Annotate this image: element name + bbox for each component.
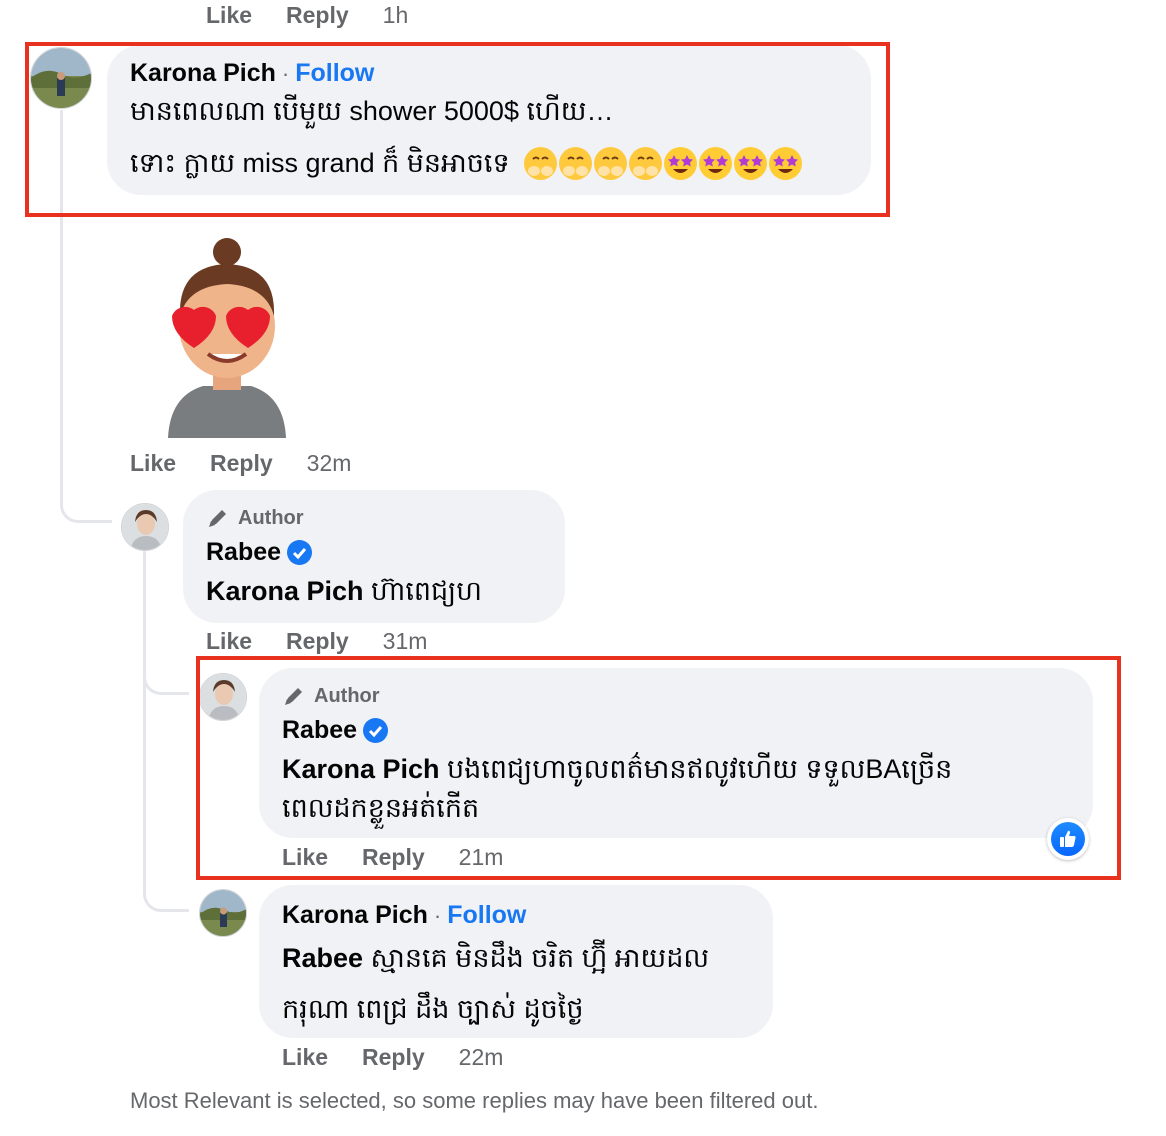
comment-time[interactable]: 31m [383, 628, 428, 655]
comment-time[interactable]: 22m [459, 1044, 504, 1071]
like-button[interactable]: Like [206, 2, 252, 29]
verified-badge-icon [287, 540, 313, 565]
reply-body-line-2: ករុណា ពេជ្រ ដឹង ច្បាស់ ដូចថ្ងៃ [282, 994, 584, 1025]
reply-bubble-karona: Karona Pich · Follow Rabee ស្មានគេ មិនដឹ… [259, 885, 773, 1038]
reply-button[interactable]: Reply [286, 628, 349, 655]
reply-button[interactable]: Reply [362, 1044, 425, 1071]
thread-connector-rabee-1 [60, 470, 112, 523]
highlight-box-reply-2 [196, 656, 1121, 880]
reply-body-line-1: ស្មានគេ មិនដឹង ចរិត ហ្អ៊ី អាយដល [363, 943, 710, 973]
follow-button[interactable]: Follow [447, 901, 526, 930]
highlight-box-comment-1 [25, 42, 890, 217]
author-badge-label: Author [238, 506, 304, 529]
separator-dot: · [433, 902, 442, 928]
landscape-photo-icon [200, 890, 246, 936]
reply-text: Rabee ស្មានគេ មិនដឹង ចរិត ហ្អ៊ី អាយដល ករ… [282, 933, 709, 1036]
like-button[interactable]: Like [130, 450, 176, 477]
sticker-actions: Like Reply 32m [130, 450, 351, 477]
reply-body: ហ៊ាពេជ្យហ [363, 576, 482, 606]
thread-connector-karona-2 [143, 860, 189, 912]
top-comment-actions: Like Reply 1h [206, 2, 408, 29]
reply-button[interactable]: Reply [210, 450, 273, 477]
reply-text: Karona Pich ហ៊ាពេជ្យហ [206, 572, 482, 611]
filter-notice: Most Relevant is selected, so some repli… [130, 1088, 819, 1113]
author-badge: Author [206, 506, 304, 530]
comment-time[interactable]: 1h [383, 2, 409, 29]
thread-connector-rabee-2 [143, 650, 189, 695]
heart-eyes-avatar-sticker-icon [168, 238, 286, 438]
pencil-icon [209, 510, 226, 527]
reply-1-actions: Like Reply 31m [206, 628, 427, 655]
comment-time[interactable]: 32m [307, 450, 352, 477]
like-button[interactable]: Like [206, 628, 252, 655]
like-button[interactable]: Like [282, 1044, 328, 1071]
reply-button[interactable]: Reply [286, 2, 349, 29]
avatar-rabee[interactable] [121, 503, 169, 551]
profile-photo-icon [122, 504, 168, 550]
avatar-karona-pich[interactable] [199, 889, 247, 937]
reply-3-actions: Like Reply 22m [282, 1044, 503, 1071]
comment-author[interactable]: Karona Pich [282, 901, 428, 930]
sticker-image[interactable] [158, 236, 296, 438]
reply-bubble-rabee-1: Author Rabee Karona Pich ហ៊ាពេជ្យហ [183, 490, 565, 623]
comment-author[interactable]: Rabee [206, 538, 281, 567]
thread-line-sub [143, 550, 146, 890]
mention-link[interactable]: Karona Pich [206, 576, 364, 606]
mention-link[interactable]: Rabee [282, 943, 363, 973]
